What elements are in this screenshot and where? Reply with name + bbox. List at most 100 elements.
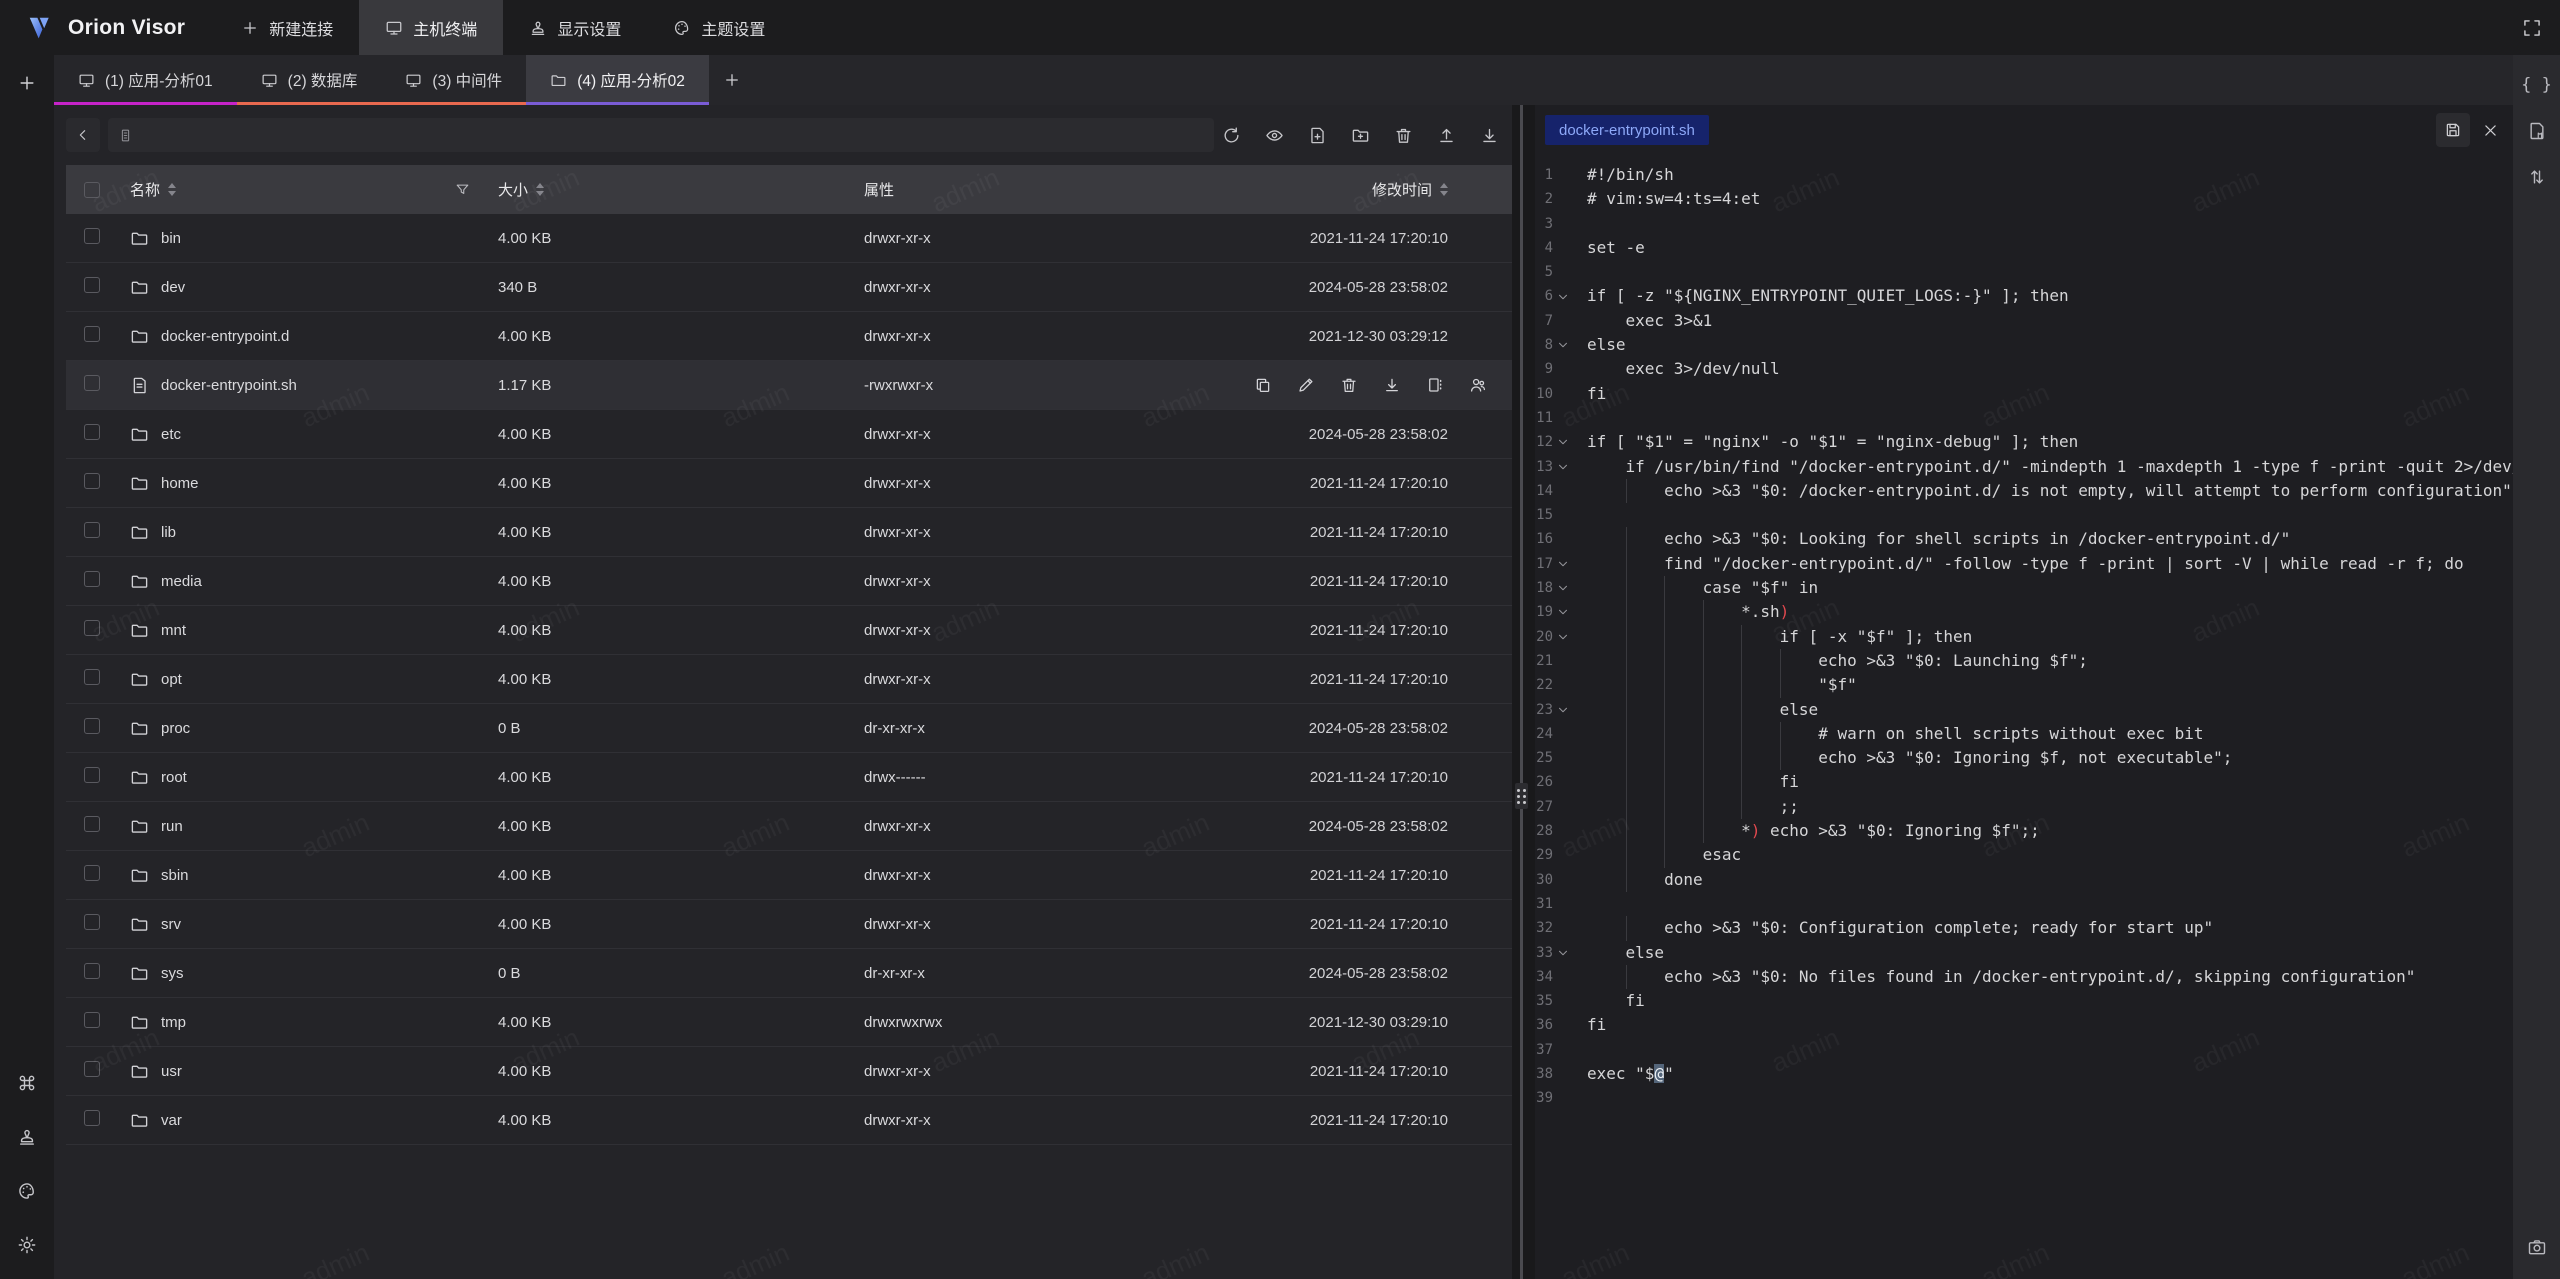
row-checkbox[interactable] — [84, 620, 100, 636]
new-tab-button[interactable] — [709, 55, 755, 105]
row-checkbox[interactable] — [84, 277, 100, 293]
row-copy-icon[interactable] — [1254, 376, 1272, 394]
divider-drag-handle[interactable] — [1515, 783, 1528, 809]
table-row[interactable]: lib4.00 KBdrwxr-xr-x2021-11-24 17:20:10 — [66, 508, 1512, 557]
table-row[interactable]: root4.00 KBdrwx------2021-11-24 17:20:10 — [66, 753, 1512, 802]
row-checkbox[interactable] — [84, 228, 100, 244]
sort-transfer-icon[interactable] — [2527, 167, 2547, 187]
row-checkbox[interactable] — [84, 1012, 100, 1028]
stamp-icon[interactable] — [17, 1127, 37, 1147]
header-name[interactable]: 名称 — [130, 179, 498, 200]
path-input[interactable] — [141, 127, 1204, 143]
brand[interactable]: Orion Visor — [0, 0, 215, 55]
fold-chevron-down-icon[interactable] — [1553, 600, 1573, 624]
fullscreen-icon[interactable] — [2522, 18, 2542, 38]
nav-item[interactable]: 显示设置 — [503, 0, 647, 55]
folder-icon — [130, 572, 149, 591]
row-checkbox[interactable] — [84, 522, 100, 538]
table-row[interactable]: media4.00 KBdrwxr-xr-x2021-11-24 17:20:1… — [66, 557, 1512, 606]
fold-chevron-down-icon[interactable] — [1553, 941, 1573, 965]
header-size[interactable]: 大小 — [498, 179, 864, 200]
nav-item-label: 主题设置 — [701, 16, 765, 40]
row-checkbox[interactable] — [84, 718, 100, 734]
nav-item[interactable]: 新建连接 — [215, 0, 359, 55]
folder-plus-icon[interactable] — [1351, 126, 1370, 145]
close-editor-button[interactable] — [2482, 122, 2499, 139]
fold-chevron-down-icon[interactable] — [1553, 552, 1573, 576]
fold-chevron-down-icon[interactable] — [1553, 455, 1573, 479]
row-checkbox[interactable] — [84, 669, 100, 685]
row-download-icon[interactable] — [1383, 376, 1401, 394]
refresh-icon[interactable] — [1222, 126, 1241, 145]
save-button[interactable] — [2436, 113, 2470, 147]
folder-icon — [130, 1111, 149, 1130]
right-icon-strip: { } — [2513, 55, 2560, 1279]
nav-item[interactable]: 主机终端 — [359, 0, 503, 55]
fold-chevron-down-icon[interactable] — [1553, 576, 1573, 600]
row-checkbox[interactable] — [84, 865, 100, 881]
table-row[interactable]: etc4.00 KBdrwxr-xr-x2024-05-28 23:58:02 — [66, 410, 1512, 459]
table-row[interactable]: docker-entrypoint.d4.00 KBdrwxr-xr-x2021… — [66, 312, 1512, 361]
line-number: 19 — [1535, 600, 1553, 624]
back-button[interactable] — [66, 118, 100, 152]
table-row[interactable]: dev340 Bdrwxr-xr-x2024-05-28 23:58:02 — [66, 263, 1512, 312]
row-checkbox[interactable] — [84, 1110, 100, 1126]
table-row[interactable]: home4.00 KBdrwxr-xr-x2021-11-24 17:20:10 — [66, 459, 1512, 508]
file-plus-icon[interactable] — [1308, 126, 1327, 145]
row-checkbox[interactable] — [84, 816, 100, 832]
trash-icon[interactable] — [1394, 126, 1413, 145]
fold-chevron-down-icon[interactable] — [1553, 284, 1573, 308]
add-connection-icon[interactable] — [17, 73, 37, 93]
row-checkbox[interactable] — [84, 767, 100, 783]
row-pencil-icon[interactable] — [1297, 376, 1315, 394]
download-icon[interactable] — [1480, 126, 1499, 145]
filter-funnel-icon[interactable] — [455, 182, 470, 197]
code-editor[interactable]: 1#!/bin/sh2# vim:sw=4:ts=4:et34set -e56i… — [1535, 155, 2513, 1279]
table-row[interactable]: sys0 Bdr-xr-xr-x2024-05-28 23:58:02 — [66, 949, 1512, 998]
table-row[interactable]: opt4.00 KBdrwxr-xr-x2021-11-24 17:20:10 — [66, 655, 1512, 704]
palette-icon[interactable] — [17, 1181, 37, 1201]
eye-icon[interactable] — [1265, 126, 1284, 145]
row-checkbox[interactable] — [84, 1061, 100, 1077]
table-row[interactable]: docker-entrypoint.sh1.17 KB-rwxrwxr-x — [66, 361, 1512, 410]
header-mtime[interactable]: 修改时间 — [1254, 179, 1512, 200]
fold-chevron-down-icon[interactable] — [1553, 698, 1573, 722]
table-row[interactable]: mnt4.00 KBdrwxr-xr-x2021-11-24 17:20:10 — [66, 606, 1512, 655]
screenshot-camera-icon[interactable] — [2527, 1237, 2547, 1257]
fold-chevron-down-icon[interactable] — [1553, 333, 1573, 357]
code-text: echo >&3 "$0: Configuration complete; re… — [1573, 916, 2513, 940]
table-row[interactable]: sbin4.00 KBdrwxr-xr-x2021-11-24 17:20:10 — [66, 851, 1512, 900]
row-checkbox[interactable] — [84, 473, 100, 489]
select-all-checkbox[interactable] — [84, 182, 100, 198]
fold-chevron-down-icon[interactable] — [1553, 625, 1573, 649]
table-row[interactable]: proc0 Bdr-xr-xr-x2024-05-28 23:58:02 — [66, 704, 1512, 753]
file-bookmark-icon[interactable] — [2527, 121, 2547, 141]
row-checkbox[interactable] — [84, 963, 100, 979]
row-snippet-icon[interactable] — [1426, 376, 1444, 394]
table-row[interactable]: tmp4.00 KBdrwxrwxrwx2021-12-30 03:29:10 — [66, 998, 1512, 1047]
braces-icon[interactable]: { } — [2521, 75, 2552, 95]
upload-icon[interactable] — [1437, 126, 1456, 145]
row-users-icon[interactable] — [1469, 376, 1487, 394]
terminal-tab[interactable]: (2) 数据库 — [237, 55, 382, 105]
row-checkbox[interactable] — [84, 424, 100, 440]
row-checkbox[interactable] — [84, 326, 100, 342]
nav-item[interactable]: 主题设置 — [647, 0, 791, 55]
row-checkbox[interactable] — [84, 571, 100, 587]
row-trash-icon[interactable] — [1340, 376, 1358, 394]
table-row[interactable]: bin4.00 KBdrwxr-xr-x2021-11-24 17:20:10 — [66, 214, 1512, 263]
gear-icon[interactable] — [17, 1235, 37, 1255]
terminal-tab[interactable]: (1) 应用-分析01 — [54, 55, 237, 105]
command-icon[interactable] — [17, 1073, 37, 1093]
code-line: 16 echo >&3 "$0: Looking for shell scrip… — [1535, 527, 2513, 551]
row-checkbox[interactable] — [84, 375, 100, 391]
terminal-tab[interactable]: (3) 中间件 — [381, 55, 526, 105]
terminal-tab[interactable]: (4) 应用-分析02 — [526, 55, 709, 105]
row-checkbox[interactable] — [84, 914, 100, 930]
table-row[interactable]: run4.00 KBdrwxr-xr-x2024-05-28 23:58:02 — [66, 802, 1512, 851]
table-row[interactable]: srv4.00 KBdrwxr-xr-x2021-11-24 17:20:10 — [66, 900, 1512, 949]
table-row[interactable]: usr4.00 KBdrwxr-xr-x2021-11-24 17:20:10 — [66, 1047, 1512, 1096]
table-row[interactable]: var4.00 KBdrwxr-xr-x2021-11-24 17:20:10 — [66, 1096, 1512, 1145]
editor-file-tab[interactable]: docker-entrypoint.sh — [1545, 115, 1709, 145]
fold-chevron-down-icon[interactable] — [1553, 430, 1573, 454]
